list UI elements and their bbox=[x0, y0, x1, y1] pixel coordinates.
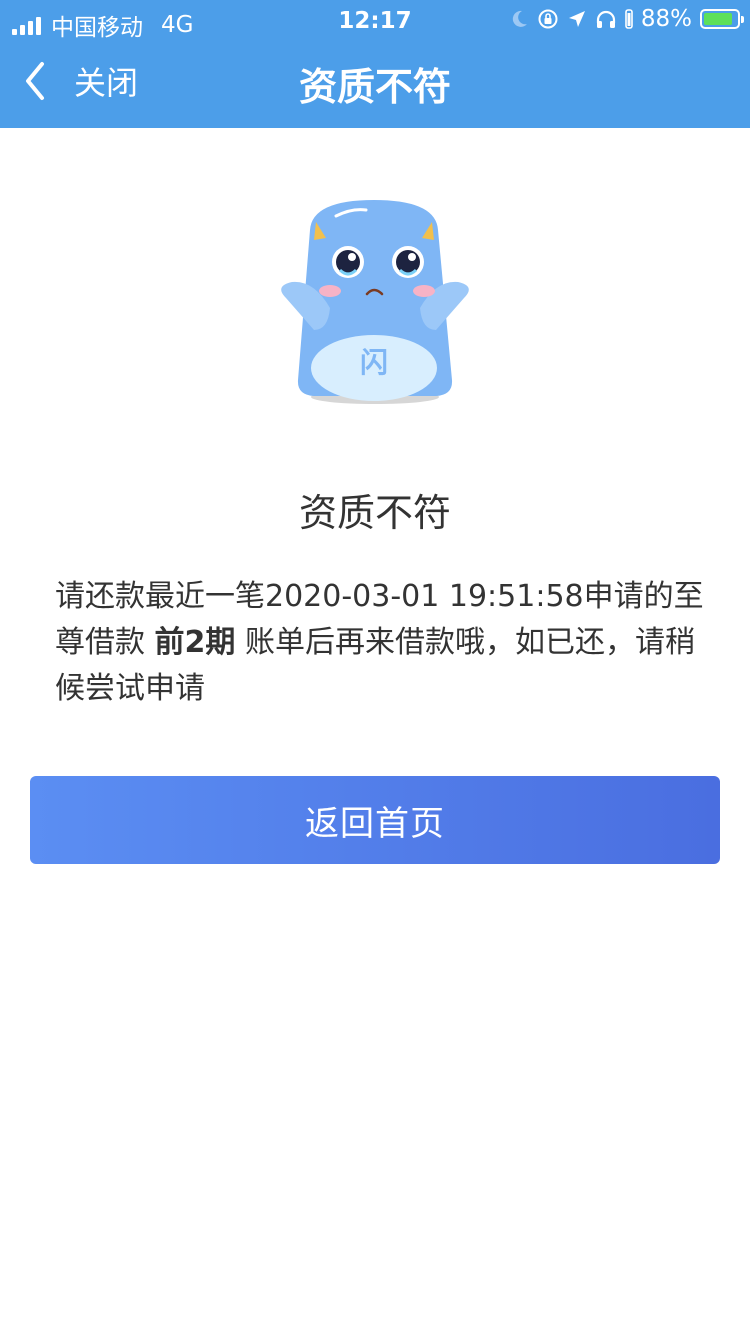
battery-fill bbox=[704, 13, 733, 25]
battery-percent: 88% bbox=[640, 6, 692, 32]
status-right: 88% bbox=[509, 6, 744, 32]
message-part2: 账单后再来借款哦，如已还，请稍候尝试申请 bbox=[55, 625, 695, 706]
page-title: 资质不符 bbox=[298, 65, 451, 109]
crying-mascot-icon: 闪 bbox=[281, 200, 469, 404]
battery-icon bbox=[700, 9, 744, 29]
headphones-icon bbox=[596, 10, 615, 28]
message-bold-periods: 前2期 bbox=[154, 625, 236, 660]
mascot-glyph: 闪 bbox=[360, 346, 388, 379]
status-bar: 中国移动 4G 12:17 88% bbox=[0, 0, 750, 41]
result-title: 资质不符 bbox=[298, 491, 451, 535]
location-arrow-icon bbox=[568, 11, 585, 27]
orientation-lock-icon bbox=[538, 9, 558, 29]
moon-icon bbox=[512, 10, 527, 27]
return-home-button[interactable]: 返回首页 bbox=[30, 776, 720, 864]
result-message: 请还款最近一笔2020-03-01 19:51:58申请的至尊借款 前2期 账单… bbox=[55, 574, 705, 712]
nav-bar: 关闭 资质不符 bbox=[0, 40, 750, 128]
portrait-lock-bar-icon bbox=[625, 9, 633, 29]
